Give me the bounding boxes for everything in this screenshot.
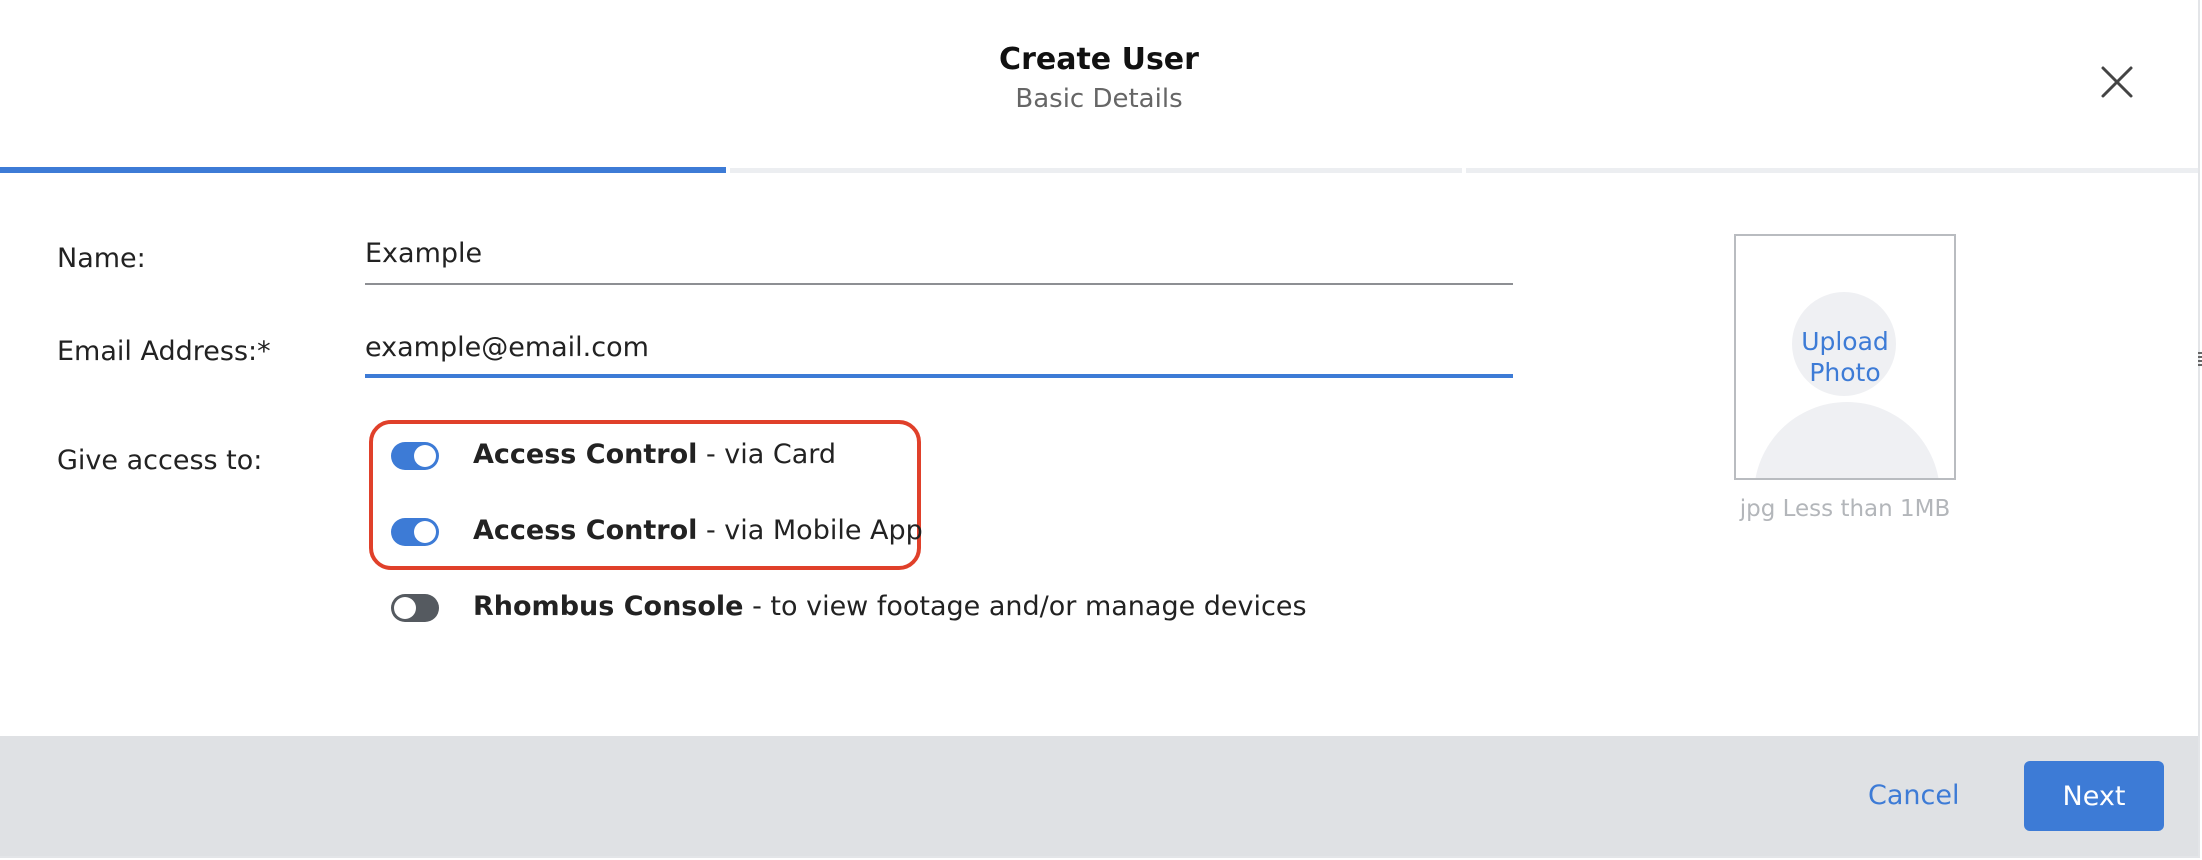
email-field[interactable]: example@email.com: [365, 328, 1513, 380]
progress-step-1: [0, 167, 726, 173]
access-label: Give access to:: [57, 445, 263, 476]
access-card-toggle[interactable]: [391, 442, 439, 470]
dialog-header: Create User Basic Details: [0, 0, 2198, 166]
name-underline: [365, 283, 1513, 285]
option-desc: - via Mobile App: [697, 515, 923, 546]
dialog-title: Create User: [999, 42, 1199, 77]
cancel-button[interactable]: Cancel: [1868, 780, 1959, 811]
upload-photo-line1: Upload: [1801, 327, 1889, 356]
access-option-mobile: Access Control - via Mobile App: [473, 515, 923, 546]
option-title: Access Control: [473, 515, 698, 546]
access-option-console: Rhombus Console - to view footage and/or…: [473, 591, 1307, 622]
next-button[interactable]: Next: [2024, 761, 2164, 831]
access-option-card: Access Control - via Card: [473, 439, 836, 470]
option-desc: - to view footage and/or manage devices: [743, 591, 1307, 622]
console-toggle[interactable]: [391, 594, 439, 622]
name-field[interactable]: Example: [365, 234, 1513, 286]
option-title: Rhombus Console: [473, 591, 744, 622]
name-input-value[interactable]: Example: [365, 234, 1513, 274]
close-icon[interactable]: [2099, 64, 2135, 100]
step-progress-bar: [0, 166, 2198, 174]
email-label: Email Address:*: [57, 336, 271, 367]
photo-hint: jpg Less than 1MB: [1739, 496, 1951, 522]
toggle-knob: [394, 597, 416, 619]
email-underline-focused: [365, 374, 1513, 378]
avatar-placeholder-body: [1754, 402, 1940, 478]
toggle-knob: [414, 445, 436, 467]
option-desc: - via Card: [697, 439, 837, 470]
dialog-subtitle: Basic Details: [1015, 84, 1183, 114]
photo-upload-area[interactable]: Upload Photo: [1734, 234, 1956, 480]
dialog-footer: Cancel Next: [0, 736, 2198, 856]
upload-photo-line2: Photo: [1809, 358, 1881, 387]
create-user-dialog: Create User Basic Details Name: Example …: [0, 0, 2200, 858]
progress-step-3: [1466, 168, 2198, 173]
access-mobile-toggle[interactable]: [391, 518, 439, 546]
name-label: Name:: [57, 243, 146, 274]
resize-grip-icon: [2198, 352, 2202, 366]
email-input-value[interactable]: example@email.com: [365, 328, 1513, 368]
progress-step-2: [730, 168, 1462, 173]
toggle-knob: [414, 521, 436, 543]
option-title: Access Control: [473, 439, 698, 470]
upload-photo-link[interactable]: Upload Photo: [1736, 326, 1954, 388]
